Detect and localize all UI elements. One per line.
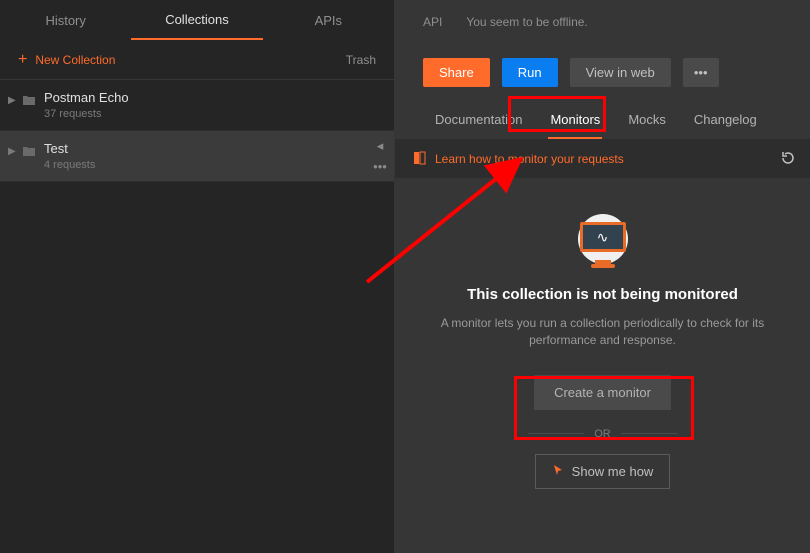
tab-monitors[interactable]: Monitors [536,101,614,138]
share-button[interactable]: Share [423,58,490,87]
collection-name: Test [44,141,384,156]
header: API You seem to be offline. [395,0,810,44]
empty-desc: A monitor lets you run a collection peri… [428,315,778,349]
trash-button[interactable]: Trash [346,53,376,67]
more-actions-button[interactable]: ••• [683,58,719,87]
tab-collections[interactable]: Collections [131,0,262,40]
tab-changelog[interactable]: Changelog [680,101,771,138]
main-panel: API You seem to be offline. Share Run Vi… [395,0,810,553]
new-collection-button[interactable]: + New Collection [18,52,115,68]
tab-documentation[interactable]: Documentation [421,101,536,138]
notice-banner[interactable]: Learn how to monitor your requests [395,140,810,178]
plus-icon: + [18,52,27,68]
chevron-right-icon[interactable]: ▶ [8,146,16,157]
show-me-how-label: Show me how [572,464,654,479]
new-collection-row: + New Collection Trash [0,40,394,80]
folder-icon [22,145,36,160]
book-icon [413,151,427,168]
collection-item[interactable]: ▶ Test 4 requests ◂ ••• [0,131,394,182]
empty-title: This collection is not being monitored [467,286,738,303]
tab-apis[interactable]: APIs [263,0,394,40]
sidebar: History Collections APIs + New Collectio… [0,0,395,553]
run-button[interactable]: Run [502,58,558,87]
collection-requests: 37 requests [44,108,384,120]
reload-icon[interactable] [780,150,796,169]
or-divider: OR [528,428,678,440]
new-collection-label: New Collection [35,53,115,67]
detail-tabs: Documentation Monitors Mocks Changelog [395,100,810,140]
offline-status: You seem to be offline. [466,15,587,29]
chevron-right-icon[interactable]: ▶ [8,95,16,106]
sidebar-tabs: History Collections APIs [0,0,394,40]
tab-mocks[interactable]: Mocks [614,101,680,138]
collection-item[interactable]: ▶ Postman Echo 37 requests [0,80,394,131]
tab-history[interactable]: History [0,0,131,40]
monitor-illustration: ∿ [568,208,638,268]
show-me-how-button[interactable]: Show me how [535,454,671,489]
collection-requests: 4 requests [44,159,384,171]
collection-name: Postman Echo [44,90,384,105]
more-icon[interactable]: ••• [372,159,388,173]
notice-text: Learn how to monitor your requests [435,152,624,166]
api-label: API [423,15,442,29]
pointer-icon [552,464,564,479]
action-row: Share Run View in web ••• [395,44,810,100]
folder-icon [22,94,36,109]
empty-state: ∿ This collection is not being monitored… [395,178,810,553]
collapse-icon[interactable]: ◂ [372,139,388,153]
create-monitor-button[interactable]: Create a monitor [534,375,671,410]
view-in-web-button[interactable]: View in web [570,58,671,87]
or-text: OR [584,428,621,440]
